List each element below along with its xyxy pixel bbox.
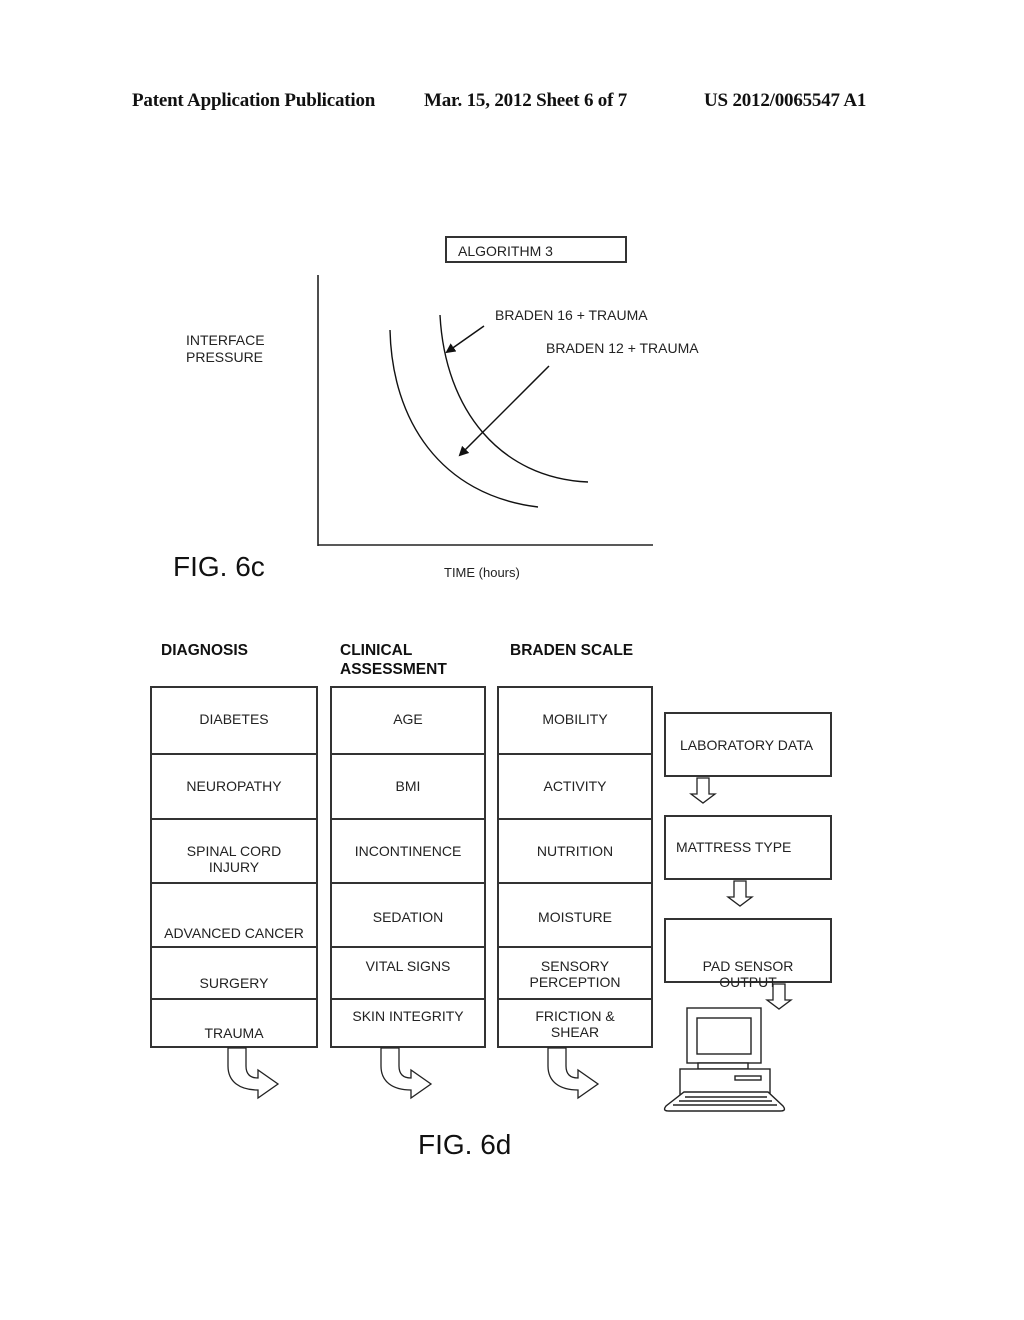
column-heading-braden-scale: BRADEN SCALE [510, 642, 634, 659]
curved-arrow-icon [227, 1047, 280, 1100]
down-arrow-icon [689, 777, 717, 804]
mattress-type-label: MATTRESS TYPE [676, 839, 792, 855]
mattress-type-box: MATTRESS TYPE [664, 815, 832, 880]
down-arrow-icon [726, 880, 754, 907]
laboratory-data-box: LABORATORY DATA [664, 712, 832, 777]
diagnosis-column: DIABETES NEUROPATHY SPINAL CORD INJURY A… [150, 686, 318, 1048]
annotation-braden-16: BRADEN 16 + TRAUMA [495, 307, 648, 323]
curved-arrow-icon [547, 1047, 600, 1100]
date-sheet-label: Mar. 15, 2012 Sheet 6 of 7 [424, 90, 628, 111]
diagnosis-item: SPINAL CORD INJURY [152, 818, 316, 882]
x-axis-label: TIME (hours) [444, 565, 520, 580]
diagnosis-item: NEUROPATHY [152, 753, 316, 818]
braden-scale-item: FRICTION & SHEAR [499, 998, 651, 1048]
publication-label: Patent Application Publication [132, 90, 376, 111]
column-heading-clinical-assessment: CLINICAL ASSESSMENT [340, 642, 447, 678]
algorithm-title: ALGORITHM 3 [458, 243, 553, 259]
fig-6c-plot [317, 275, 653, 546]
clinical-assessment-item: BMI [332, 753, 484, 818]
braden-scale-item: MOISTURE [499, 882, 651, 946]
annotation-braden-12: BRADEN 12 + TRAUMA [546, 340, 699, 356]
pad-sensor-output-box: PAD SENSOR OUTPUT [664, 918, 832, 990]
fig-6c-caption: FIG. 6c [173, 551, 265, 582]
diagnosis-item: DIABETES [199, 711, 269, 727]
pad-sensor-output-label: PAD SENSOR OUTPUT [702, 958, 794, 990]
y-axis-label: INTERFACE PRESSURE [186, 332, 265, 366]
arrow-braden-12 [458, 365, 550, 457]
diagnosis-item: SURGERY [152, 946, 316, 998]
patent-number: US 2012/0065547 A1 [704, 90, 867, 111]
curved-arrow-icon [380, 1047, 433, 1100]
clinical-assessment-column: AGE BMI INCONTINENCE SEDATION VITAL SIGN… [330, 686, 486, 1048]
clinical-assessment-item: INCONTINENCE [332, 818, 484, 882]
clinical-assessment-item: SEDATION [332, 882, 484, 946]
clinical-assessment-item: SKIN INTEGRITY [332, 998, 484, 1048]
braden-scale-column: MOBILITY ACTIVITY NUTRITION MOISTURE SEN… [497, 686, 653, 1048]
braden-scale-item: ACTIVITY [499, 753, 651, 818]
curve-braden-12-trauma [389, 329, 539, 508]
arrow-braden-16 [445, 325, 485, 354]
laboratory-data-label: LABORATORY DATA [680, 737, 814, 753]
fig-6d-icons [227, 777, 793, 1112]
computer-icon [663, 1007, 786, 1112]
diagnosis-item: ADVANCED CANCER [152, 882, 316, 946]
column-heading-diagnosis: DIAGNOSIS [161, 642, 248, 659]
diagnosis-item: TRAUMA [152, 998, 316, 1048]
algorithm-title-box: ALGORITHM 3 [445, 236, 627, 263]
clinical-assessment-item: AGE [393, 711, 423, 727]
y-axis-label-line1: INTERFACE [186, 332, 265, 348]
braden-scale-item: SENSORY PERCEPTION [499, 946, 651, 998]
braden-scale-item: MOBILITY [542, 711, 608, 727]
braden-scale-item: NUTRITION [499, 818, 651, 882]
y-axis-label-line2: PRESSURE [186, 349, 264, 365]
clinical-assessment-item: VITAL SIGNS [332, 946, 484, 998]
fig-6d-caption: FIG. 6d [418, 1129, 512, 1160]
